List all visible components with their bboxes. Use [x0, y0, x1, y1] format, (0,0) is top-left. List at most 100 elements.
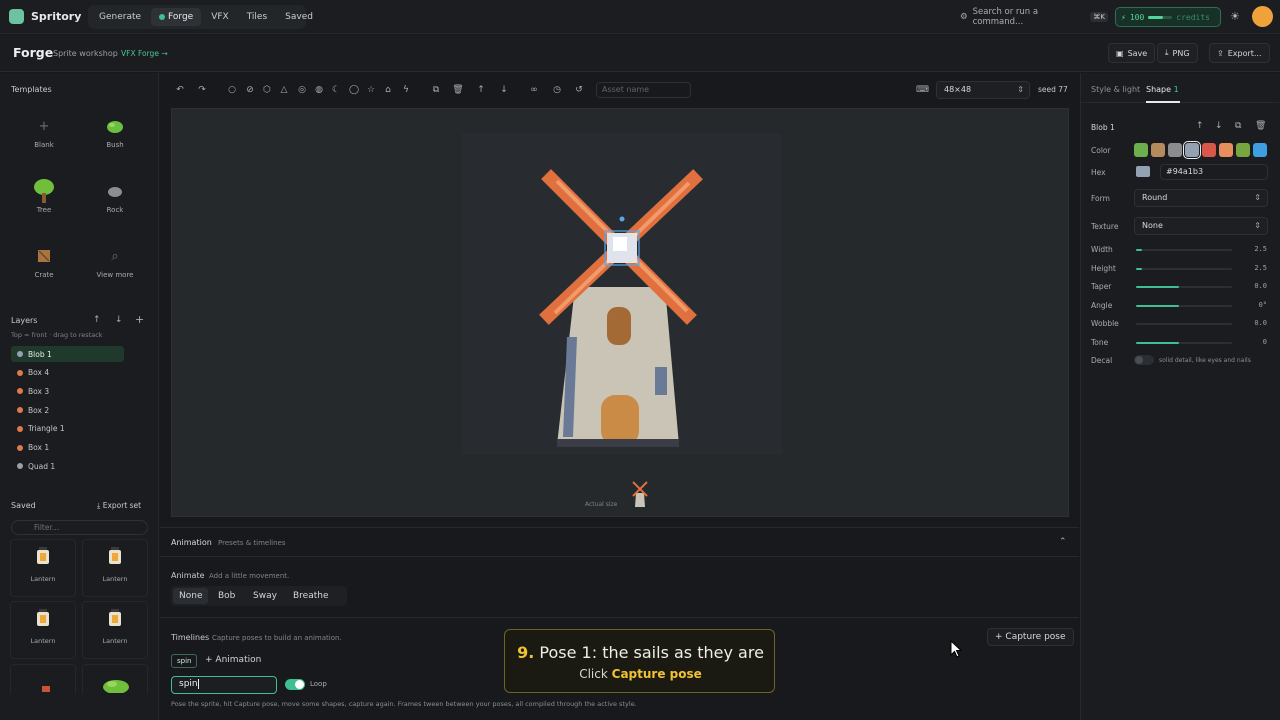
slider-track[interactable] [1136, 267, 1232, 270]
color-swatch[interactable] [1168, 143, 1182, 157]
vfx-forge-link[interactable]: VFX Forge → [121, 49, 168, 58]
theme-toggle-icon[interactable]: ☀ [1230, 11, 1242, 23]
ring-tool-icon[interactable]: ◯ [348, 84, 360, 96]
filter-input[interactable]: Filter... [11, 520, 148, 535]
preset-none[interactable]: None [173, 588, 209, 604]
export-button[interactable]: ⇪ Export... [1209, 43, 1270, 63]
slider-track[interactable] [1136, 249, 1232, 251]
move-down-icon[interactable]: ↓ [115, 315, 123, 325]
nav-tab-vfx[interactable]: VFX [203, 8, 237, 26]
color-swatch[interactable] [1183, 141, 1201, 159]
layer-item[interactable]: Blob 1 [11, 346, 124, 362]
link-icon[interactable]: ∞ [528, 84, 540, 96]
hex-input[interactable]: #94a1b3 [1160, 164, 1268, 180]
sprite-canvas[interactable]: Actual size [171, 108, 1069, 517]
add-animation-button[interactable]: + Animation [205, 655, 261, 665]
canvas-size-select[interactable]: 48×48 ⇕ [936, 81, 1030, 99]
template-tree[interactable]: Tree [9, 171, 79, 231]
circle-tool-icon[interactable]: ○ [226, 84, 238, 96]
reset-icon[interactable]: ↺ [573, 84, 585, 96]
move-up-icon[interactable]: ↑ [1196, 121, 1204, 131]
tab-shape[interactable]: Shape 1 [1146, 85, 1179, 94]
decal-toggle[interactable] [1134, 355, 1154, 365]
loop-toggle[interactable] [285, 679, 305, 690]
redo-icon[interactable]: ↷ [196, 84, 208, 96]
preset-sway[interactable]: Sway [247, 588, 283, 604]
layer-item[interactable]: Box 3 [11, 383, 124, 399]
texture-select[interactable]: None ⇕ [1134, 217, 1268, 235]
nav-tab-forge[interactable]: Forge [151, 8, 202, 26]
color-swatch[interactable] [1151, 143, 1165, 157]
template-crate[interactable]: Crate [9, 236, 79, 296]
color-swatch[interactable] [1219, 143, 1233, 157]
nav-tab-tiles[interactable]: Tiles [239, 8, 275, 26]
saved-item[interactable]: Lantern [10, 539, 76, 597]
bell-tool-icon[interactable]: ⌂ [382, 84, 394, 96]
template-label: View more [96, 271, 134, 279]
undo-icon[interactable]: ↶ [174, 84, 186, 96]
chevron-up-icon[interactable]: ⌃ [1059, 537, 1067, 547]
keyboard-icon[interactable]: ⌨ [916, 84, 929, 96]
arrow-up-icon[interactable]: ↑ [475, 84, 487, 96]
credits-badge[interactable]: ⚡ 100 credits [1115, 7, 1221, 27]
move-up-icon[interactable]: ↑ [93, 315, 101, 325]
layer-item[interactable]: Box 1 [11, 440, 124, 456]
color-swatch[interactable] [1134, 143, 1148, 157]
slider-track[interactable] [1136, 323, 1232, 325]
target-tool-icon[interactable]: ◎ [296, 84, 308, 96]
slider-track[interactable] [1136, 304, 1232, 307]
color-swatch[interactable] [1236, 143, 1250, 157]
triangle-tool-icon[interactable]: △ [278, 84, 290, 96]
color-label: Color [1091, 146, 1111, 155]
cube-tool-icon[interactable]: ⬡ [261, 84, 273, 96]
divider [160, 556, 1079, 557]
moon-tool-icon[interactable]: ☾ [330, 84, 342, 96]
nav-tab-generate[interactable]: Generate [91, 8, 149, 26]
color-swatch[interactable] [1202, 143, 1216, 157]
template-rock[interactable]: Rock [80, 171, 150, 231]
preset-breathe[interactable]: Breathe [287, 588, 335, 604]
command-search[interactable]: ⚙ Search or run a command... ⌘K [960, 7, 1108, 27]
saved-item[interactable]: Lantern [82, 539, 148, 597]
duplicate-icon[interactable]: ⧉ [430, 84, 442, 96]
layer-item[interactable]: Triangle 1 [11, 421, 124, 437]
capture-pose-button[interactable]: + Capture pose [987, 628, 1074, 646]
template-blank[interactable]: + Blank [9, 106, 79, 166]
trash-icon[interactable]: 🗑 [452, 84, 464, 96]
nav-tab-saved[interactable]: Saved [277, 8, 321, 26]
preset-bob[interactable]: Bob [212, 588, 241, 604]
arrow-down-icon[interactable]: ↓ [498, 84, 510, 96]
link-tool-icon[interactable]: ⊘ [244, 84, 256, 96]
export-set-button[interactable]: ⤓ Export set [97, 501, 141, 511]
layer-item[interactable]: Box 2 [11, 402, 124, 418]
windmill-sprite[interactable] [537, 167, 707, 457]
slider-value: 2.5 [1254, 245, 1267, 253]
animation-name-input[interactable]: spin [171, 676, 277, 694]
saved-item[interactable]: Lantern [82, 601, 148, 659]
slider-track[interactable] [1136, 286, 1232, 288]
move-down-icon[interactable]: ↓ [1215, 121, 1223, 131]
star-tool-icon[interactable]: ☆ [365, 84, 377, 96]
duplicate-icon[interactable]: ⧉ [1235, 121, 1241, 131]
saved-item[interactable]: Lantern [10, 601, 76, 659]
add-layer-icon[interactable]: + [135, 313, 144, 326]
template-bush[interactable]: Bush [80, 106, 150, 166]
saved-item[interactable] [82, 664, 148, 694]
form-select[interactable]: Round ⇕ [1134, 189, 1268, 207]
timeline-chip-spin[interactable]: spin [171, 654, 198, 668]
slider-track[interactable] [1136, 341, 1232, 344]
tab-style-light[interactable]: Style & light [1091, 85, 1140, 94]
template-view-more[interactable]: ⌕ View more [80, 236, 150, 296]
history-icon[interactable]: ◷ [551, 84, 563, 96]
asset-name-input[interactable]: Asset name [596, 82, 691, 98]
blob-tool-icon[interactable]: ◍ [313, 84, 325, 96]
avatar[interactable] [1252, 6, 1273, 27]
png-button[interactable]: ⤓ PNG [1157, 43, 1198, 63]
layer-item[interactable]: Box 4 [11, 365, 124, 381]
saved-item[interactable] [10, 664, 76, 694]
trash-icon[interactable]: 🗑 [1255, 121, 1266, 131]
save-button[interactable]: ▣ Save [1108, 43, 1156, 63]
bolt-tool-icon[interactable]: ϟ [400, 84, 412, 96]
color-swatch[interactable] [1253, 143, 1267, 157]
layer-item[interactable]: Quad 1 [11, 458, 124, 474]
